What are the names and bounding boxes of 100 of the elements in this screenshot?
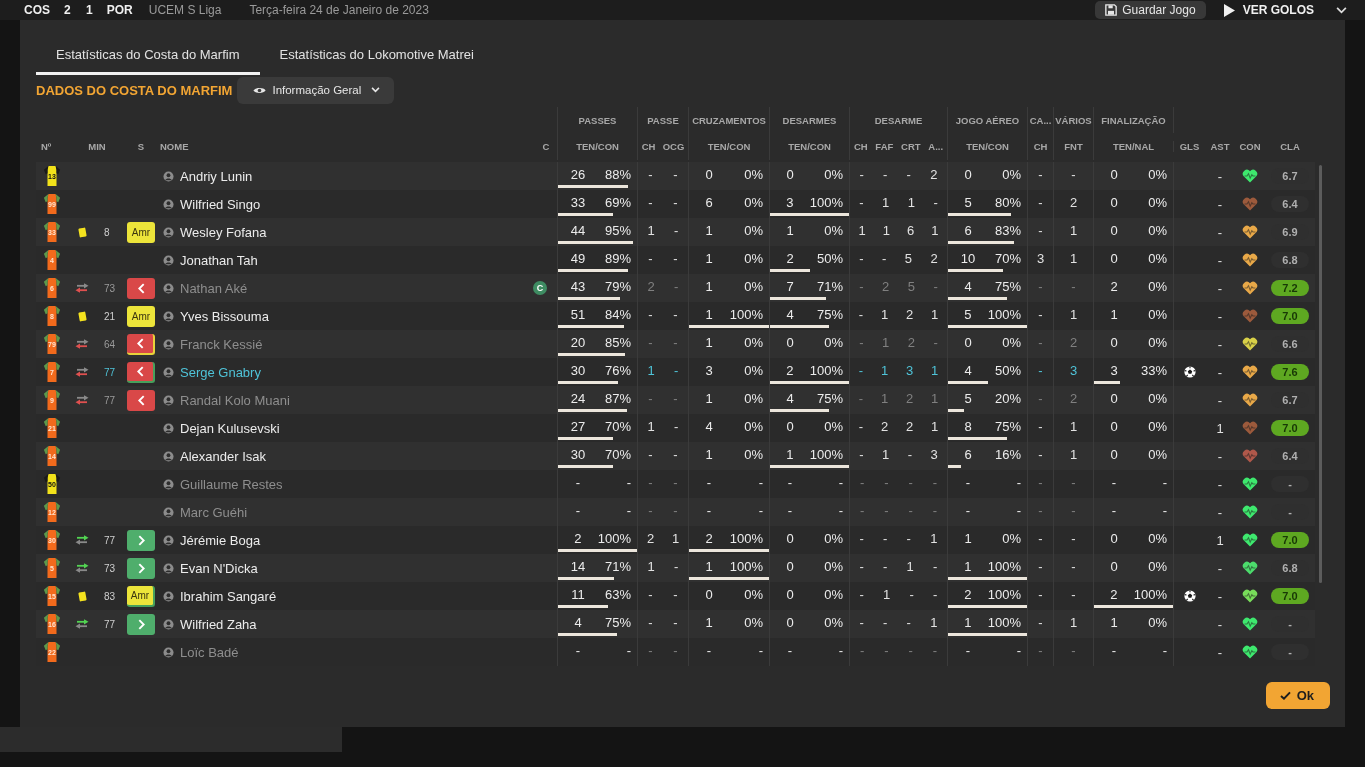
person-icon [163, 366, 174, 378]
player-name[interactable]: Randal Kolo Muani [180, 392, 290, 408]
rating-pill: 7.2 [1271, 280, 1309, 296]
player-name[interactable]: Loïc Badé [180, 644, 239, 660]
person-icon [163, 338, 174, 350]
player-name[interactable]: Yves Bissouma [180, 308, 269, 324]
column-header[interactable]: FNT [1064, 141, 1083, 152]
match-score: 2 1 [64, 3, 93, 17]
tab[interactable]: Estatísticas do Costa do Marfim [36, 38, 260, 75]
table-cell-text: - [673, 502, 678, 520]
table-cell-text: - [859, 334, 864, 352]
table-cell-text: - [705, 474, 713, 492]
table-cell-text: 16% [993, 446, 1022, 464]
column-header[interactable]: MIN [86, 141, 106, 152]
status-badge: Amr [127, 221, 155, 243]
table-cell: - [1217, 448, 1223, 464]
column-header[interactable]: OCG [662, 141, 685, 152]
column-header[interactable]: AST [1205, 141, 1235, 152]
tab[interactable]: Estatísticas do Lokomotive Matrei [259, 38, 494, 75]
ok-button[interactable]: Ok [1265, 682, 1330, 709]
column-header[interactable]: Nº [36, 141, 52, 152]
table-cell-text: 0% [1147, 250, 1168, 268]
player-name[interactable]: Jonathan Tah [180, 252, 258, 268]
table-cell-text: - [859, 614, 864, 632]
column-header[interactable]: CLA [1265, 141, 1315, 152]
table-cell: - [1217, 280, 1223, 296]
player-name[interactable]: Alexander Isak [180, 448, 266, 464]
table-cell-text: - [932, 474, 938, 492]
table-cell-text: - [757, 642, 764, 660]
table-cell-text: - [859, 250, 864, 268]
table-cell-text: 0 [1109, 530, 1119, 548]
table-cell-text: 1 [1069, 306, 1078, 324]
player-name[interactable]: Jérémie Boga [180, 532, 261, 548]
table-cell-text: 1 [963, 530, 973, 548]
table-cell-text: - [1038, 474, 1043, 492]
table-cell-text: 1 [1069, 250, 1078, 268]
rating-pill: 7.0 [1271, 532, 1309, 548]
minute-cell: 64 [104, 338, 116, 350]
column-header[interactable]: CRT [901, 141, 921, 152]
table-cell-text: 1 [704, 250, 714, 268]
table-cell-text: - [964, 474, 972, 492]
column-header[interactable]: CH [641, 141, 656, 152]
table-cell-text: - [859, 502, 865, 520]
table-cell-text: 1 [1109, 614, 1119, 632]
player-name[interactable]: Franck Kessié [180, 336, 263, 352]
table-cell-text: 2 [573, 530, 583, 548]
player-name[interactable]: Marc Guéhi [180, 504, 248, 520]
table-cell: - [1217, 616, 1223, 632]
table-cell-text: 75% [993, 278, 1022, 296]
player-name[interactable]: Ibrahim Sangaré [180, 588, 277, 604]
player-name[interactable]: Wilfried Zaha [180, 616, 257, 632]
table-cell-text: 1 [704, 334, 714, 352]
table-cell-text: 0 [1109, 194, 1119, 212]
column-header[interactable]: FAF [875, 141, 894, 152]
table-cell-text: 75% [815, 306, 844, 324]
player-name[interactable]: Wesley Fofana [180, 224, 267, 240]
column-header[interactable]: NOME [160, 141, 189, 152]
player-name[interactable]: Evan N'Dicka [180, 560, 258, 576]
table-cell: - [1217, 392, 1223, 408]
table-cell-text: - [673, 446, 678, 464]
column-header[interactable]: CON [1235, 141, 1265, 152]
table-cell-text: 1 [647, 418, 655, 436]
table-cell-text: - [648, 446, 653, 464]
table-cell-text: 0% [823, 614, 844, 632]
table-cell-text: 0% [743, 614, 764, 632]
table-cell: - [1217, 364, 1223, 380]
column-header[interactable]: TEN/CON [576, 141, 619, 152]
column-header[interactable]: TEN/NAL [1112, 141, 1155, 152]
table-cell-text: - [674, 222, 679, 240]
chevron-down-icon[interactable] [1336, 6, 1347, 14]
column-header[interactable]: S [137, 141, 145, 152]
player-name[interactable]: Wilfried Singo [180, 196, 261, 212]
player-name[interactable]: Serge Gnabry [180, 364, 261, 380]
column-header[interactable]: CH [1033, 141, 1048, 152]
column-header[interactable]: CH [853, 141, 868, 152]
table-cell-text: 1 [930, 362, 939, 380]
table-cell-text: 0% [1147, 446, 1168, 464]
player-name[interactable]: Andriy Lunin [180, 168, 253, 184]
column-group-header: PASSES [578, 114, 617, 126]
column-header[interactable]: C [542, 141, 550, 152]
column-header[interactable]: GLS [1173, 141, 1205, 152]
save-game-button[interactable]: Guardar Jogo [1095, 1, 1206, 19]
table-cell-text: 2 [1069, 390, 1078, 408]
rating-pill: 7.0 [1271, 420, 1309, 436]
scrollbar-thumb[interactable] [1318, 165, 1322, 583]
player-name[interactable]: Nathan Aké [180, 280, 248, 296]
column-header[interactable]: TEN/CON [707, 141, 751, 152]
column-header[interactable]: TEN/CON [788, 141, 831, 152]
view-goals-button[interactable]: VER GOLOS [1219, 1, 1318, 19]
player-name[interactable]: Dejan Kulusevski [180, 420, 280, 436]
table-cell-text: 100% [809, 194, 844, 212]
table-cell-text: 26 [569, 166, 587, 184]
column-header[interactable]: TEN/CON [966, 141, 1009, 152]
table-cell-text: - [906, 614, 911, 632]
table-cell-text: 71% [815, 278, 844, 296]
column-header[interactable]: A... [928, 141, 944, 152]
view-dropdown[interactable]: Informação Geral [237, 76, 395, 104]
table-cell-text: 10 [959, 250, 977, 268]
table-cell-text: - [883, 166, 888, 184]
player-name[interactable]: Guillaume Restes [180, 476, 283, 492]
